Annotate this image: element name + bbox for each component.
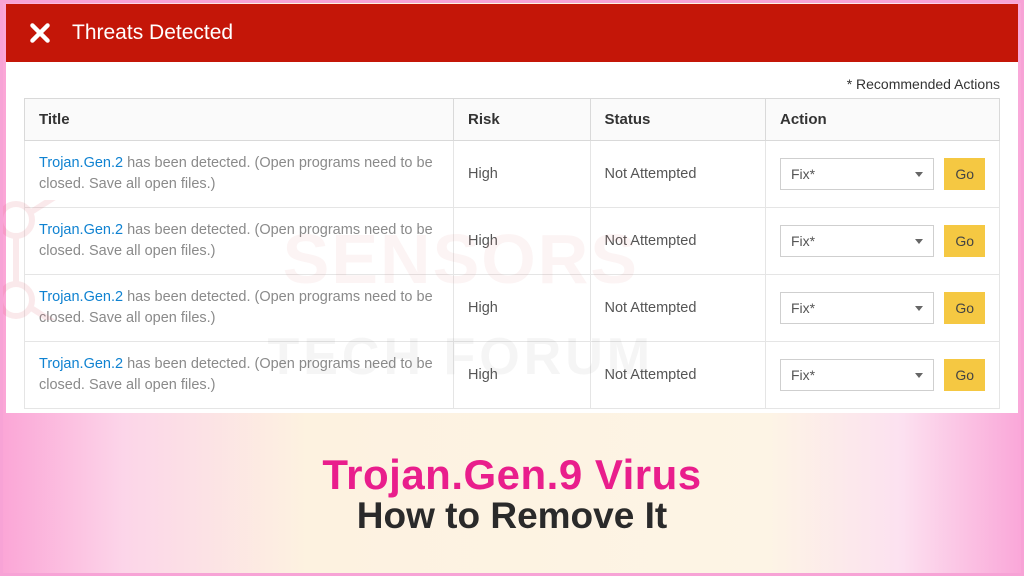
col-header-risk: Risk [454, 99, 591, 141]
action-dropdown[interactable]: Fix* [780, 359, 934, 391]
risk-value: High [468, 166, 498, 182]
go-button[interactable]: Go [944, 292, 985, 324]
chevron-down-icon [915, 172, 923, 177]
risk-value: High [468, 300, 498, 316]
table-row: Trojan.Gen.2 has been detected. (Open pr… [25, 208, 1000, 275]
threat-link[interactable]: Trojan.Gen.2 [39, 155, 123, 171]
status-value: Not Attempted [605, 166, 697, 182]
col-header-status: Status [590, 99, 766, 141]
status-value: Not Attempted [605, 367, 697, 383]
promo-line1: Trojan.Gen.9 Virus [6, 451, 1018, 499]
action-selected: Fix* [791, 367, 815, 383]
go-button[interactable]: Go [944, 359, 985, 391]
chevron-down-icon [915, 373, 923, 378]
panel-header: Threats Detected [6, 4, 1018, 62]
threat-link[interactable]: Trojan.Gen.2 [39, 289, 123, 305]
promo-line2: How to Remove It [6, 495, 1018, 537]
action-selected: Fix* [791, 233, 815, 249]
table-row: Trojan.Gen.2 has been detected. (Open pr… [25, 275, 1000, 342]
status-value: Not Attempted [605, 233, 697, 249]
risk-value: High [468, 367, 498, 383]
action-dropdown[interactable]: Fix* [780, 225, 934, 257]
chevron-down-icon [915, 306, 923, 311]
go-button[interactable]: Go [944, 158, 985, 190]
threats-table: Title Risk Status Action Trojan.Gen.2 ha… [24, 98, 1000, 409]
table-row: Trojan.Gen.2 has been detected. (Open pr… [25, 342, 1000, 409]
threats-panel: Threats Detected * Recommended Actions T… [6, 4, 1018, 413]
table-row: Trojan.Gen.2 has been detected. (Open pr… [25, 141, 1000, 208]
action-selected: Fix* [791, 166, 815, 182]
chevron-down-icon [915, 239, 923, 244]
col-header-title: Title [25, 99, 454, 141]
close-icon[interactable] [24, 17, 56, 49]
action-selected: Fix* [791, 300, 815, 316]
status-value: Not Attempted [605, 300, 697, 316]
threat-link[interactable]: Trojan.Gen.2 [39, 356, 123, 372]
action-dropdown[interactable]: Fix* [780, 158, 934, 190]
col-header-action: Action [766, 99, 1000, 141]
action-dropdown[interactable]: Fix* [780, 292, 934, 324]
panel-title: Threats Detected [72, 21, 233, 45]
risk-value: High [468, 233, 498, 249]
go-button[interactable]: Go [944, 225, 985, 257]
promo-banner: Trojan.Gen.9 Virus How to Remove It [6, 451, 1018, 537]
threat-link[interactable]: Trojan.Gen.2 [39, 222, 123, 238]
recommended-actions-label: * Recommended Actions [24, 76, 1000, 92]
